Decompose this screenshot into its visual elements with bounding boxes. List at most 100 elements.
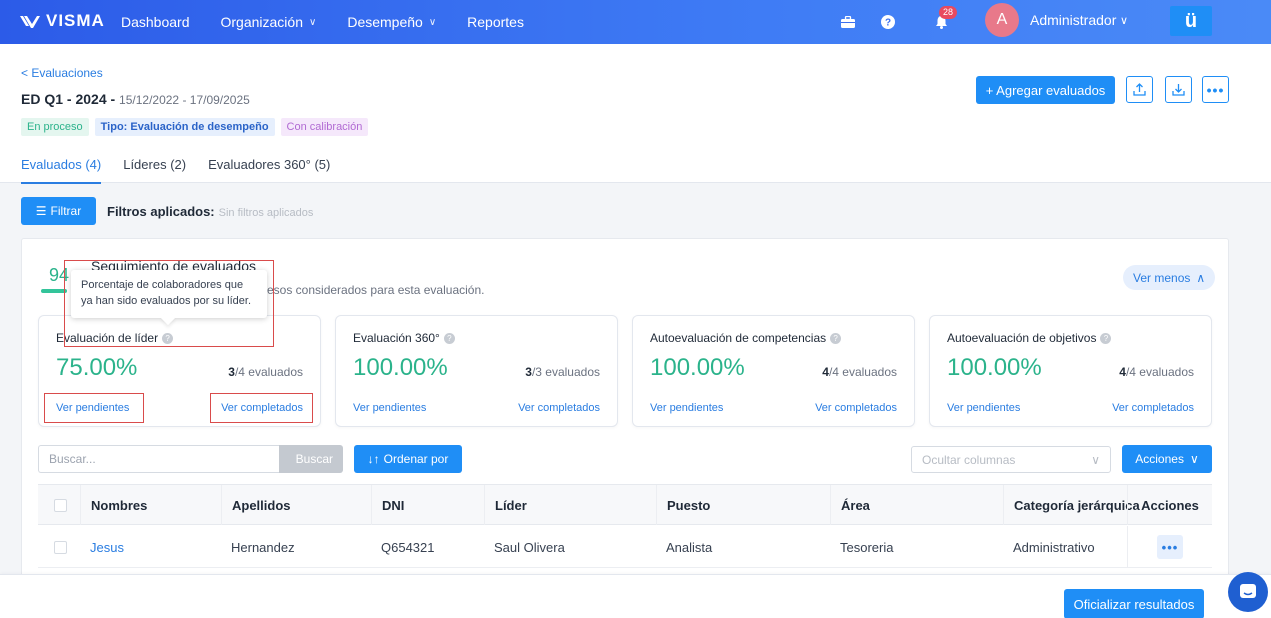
- help-icon[interactable]: ?: [1100, 332, 1112, 344]
- sort-icon: ↓↑: [367, 452, 380, 466]
- search-button[interactable]: Buscar: [279, 445, 343, 473]
- order-by-label: Ordenar por: [383, 452, 449, 466]
- stat-card-360: Evaluación 360°? 100.00% 3/3 evaluados V…: [335, 315, 618, 427]
- chevron-down-icon[interactable]: ∨: [1120, 14, 1128, 27]
- briefcase-icon[interactable]: [838, 12, 858, 32]
- nav-desempeno[interactable]: Desempeño ∨: [347, 14, 436, 30]
- visma-logo-icon: [20, 16, 40, 28]
- oficializar-resultados-button[interactable]: Oficializar resultados: [1064, 589, 1204, 618]
- cell-acciones: •••: [1127, 526, 1212, 568]
- select-all-cell: [38, 485, 80, 525]
- row-actions-button[interactable]: •••: [1157, 535, 1183, 559]
- stat-title-text: Evaluación 360°: [353, 331, 440, 345]
- calibration-badge: Con calibración: [280, 118, 369, 136]
- cell-puesto: Analista: [666, 539, 713, 555]
- app-switcher-button[interactable]: ü: [1170, 6, 1212, 36]
- main-nav: Dashboard Organización ∨ Desempeño ∨ Repor…: [121, 0, 555, 44]
- cell-area: Tesoreria: [840, 539, 894, 555]
- tabs: Evaluados (4) Líderes (2) Evaluadores 36…: [21, 157, 330, 184]
- tab-evaluados[interactable]: Evaluados (4): [21, 157, 102, 184]
- back-link[interactable]: < Evaluaciones: [21, 66, 103, 80]
- ver-pendientes-link[interactable]: Ver pendientes: [353, 402, 426, 414]
- stat-count: 3/3 evaluados: [525, 365, 600, 379]
- nav-item-label: Dashboard: [121, 14, 190, 30]
- column-header-puesto[interactable]: Puesto: [656, 485, 830, 525]
- bell-icon[interactable]: 28: [931, 6, 958, 32]
- evaluation-dates: 15/12/2022 - 17/09/2025: [119, 93, 250, 107]
- visma-logo[interactable]: VISMA: [20, 11, 105, 31]
- chevron-down-icon: ∨: [1189, 452, 1199, 466]
- cell-categoria: Administrativo: [1013, 539, 1095, 555]
- add-evaluados-button[interactable]: + Agregar evaluados: [976, 76, 1115, 104]
- nav-organizacion[interactable]: Organización ∨: [221, 14, 317, 30]
- acciones-label: Acciones: [1135, 452, 1184, 466]
- ver-menos-label: Ver menos: [1133, 270, 1191, 285]
- user-name[interactable]: Administrador: [1030, 12, 1116, 28]
- upload-icon[interactable]: [1126, 76, 1153, 103]
- svg-text:?: ?: [885, 18, 891, 29]
- cell-lider: Saul Olivera: [494, 539, 565, 555]
- page-header: < Evaluaciones ED Q1 - 2024 - 15/12/2022…: [0, 44, 1271, 184]
- chevron-up-icon: ∧: [1196, 270, 1206, 285]
- logo-text: VISMA: [46, 11, 105, 30]
- cell-nombres[interactable]: Jesus: [80, 526, 221, 568]
- search-input[interactable]: Buscar...: [38, 445, 281, 473]
- stat-title: Evaluación 360°?: [353, 331, 455, 345]
- stat-card-objetivos: Autoevaluación de objetivos? 100.00% 4/4…: [929, 315, 1212, 427]
- ver-completados-link[interactable]: Ver completados: [1112, 402, 1194, 414]
- order-by-button[interactable]: ↓↑ Ordenar por: [354, 445, 462, 473]
- filter-icon: ☰: [35, 204, 47, 218]
- nav-reportes[interactable]: Reportes: [467, 14, 524, 30]
- nav-item-label: Desempeño: [347, 14, 423, 30]
- ver-pendientes-link[interactable]: Ver pendientes: [56, 402, 129, 414]
- status-badge: En proceso: [21, 118, 89, 136]
- select-all-checkbox[interactable]: [54, 498, 67, 512]
- notification-badge: 28: [939, 6, 958, 19]
- download-icon[interactable]: [1165, 76, 1192, 103]
- ver-completados-link[interactable]: Ver completados: [518, 402, 600, 414]
- filter-button[interactable]: ☰ Filtrar: [21, 197, 96, 225]
- column-header-categoria[interactable]: Categoría jerárquica: [1003, 485, 1140, 525]
- status-tags: En proceso Tipo: Evaluación de desempeño…: [21, 118, 369, 136]
- stat-percent: 100.00%: [650, 354, 745, 381]
- evaluation-name: ED Q1 - 2024 -: [21, 91, 120, 107]
- column-header-area[interactable]: Área: [830, 485, 1003, 525]
- hide-columns-select[interactable]: Ocultar columnas ∨: [911, 446, 1111, 473]
- tab-evaluadores-360[interactable]: Evaluadores 360° (5): [208, 157, 330, 184]
- footer-bar: Oficializar resultados: [0, 574, 1271, 618]
- column-header-lider[interactable]: Líder: [484, 485, 656, 525]
- column-header-nombres[interactable]: Nombres: [80, 485, 221, 525]
- ver-pendientes-link[interactable]: Ver pendientes: [947, 402, 1020, 414]
- nav-dashboard[interactable]: Dashboard: [121, 14, 190, 30]
- tab-lideres[interactable]: Líderes (2): [123, 157, 186, 184]
- help-icon[interactable]: ?: [443, 332, 455, 344]
- ver-menos-button[interactable]: Ver menos ∧: [1123, 265, 1216, 290]
- stat-done: 3: [228, 365, 235, 379]
- ver-pendientes-link[interactable]: Ver pendientes: [650, 402, 723, 414]
- row-checkbox[interactable]: [54, 540, 67, 554]
- stat-done: 4: [1119, 365, 1126, 379]
- table-header: Nombres Apellidos DNI Líder Puesto Área …: [38, 485, 1212, 525]
- more-options-icon[interactable]: •••: [1202, 76, 1229, 103]
- help-icon[interactable]: ?: [878, 12, 898, 32]
- help-icon[interactable]: ?: [830, 332, 842, 344]
- ver-completados-link[interactable]: Ver completados: [815, 402, 897, 414]
- stat-title: Evaluación de líder?: [56, 331, 174, 345]
- acciones-button[interactable]: Acciones ∨: [1122, 445, 1212, 473]
- stat-count: 4/4 evaluados: [1119, 365, 1194, 379]
- help-icon[interactable]: ?: [162, 332, 174, 344]
- top-navbar: VISMA Dashboard Organización ∨ Desempeño ∨…: [0, 0, 1271, 44]
- column-header-dni[interactable]: DNI: [371, 485, 484, 525]
- stat-title: Autoevaluación de competencias?: [650, 331, 842, 345]
- stat-done: 3: [525, 365, 532, 379]
- ver-completados-link[interactable]: Ver completados: [221, 402, 303, 414]
- hide-columns-placeholder: Ocultar columnas: [922, 452, 1016, 467]
- avatar[interactable]: A: [985, 3, 1019, 37]
- chevron-down-icon: ∨: [1091, 452, 1100, 467]
- avatar-letter: A: [996, 11, 1008, 28]
- column-header-apellidos[interactable]: Apellidos: [221, 485, 371, 525]
- stat-total: /3 evaluados: [531, 365, 600, 379]
- chat-icon[interactable]: [1228, 572, 1268, 612]
- stat-count: 4/4 evaluados: [822, 365, 897, 379]
- tracking-subtitle: esos considerados para esta evaluación.: [267, 283, 485, 297]
